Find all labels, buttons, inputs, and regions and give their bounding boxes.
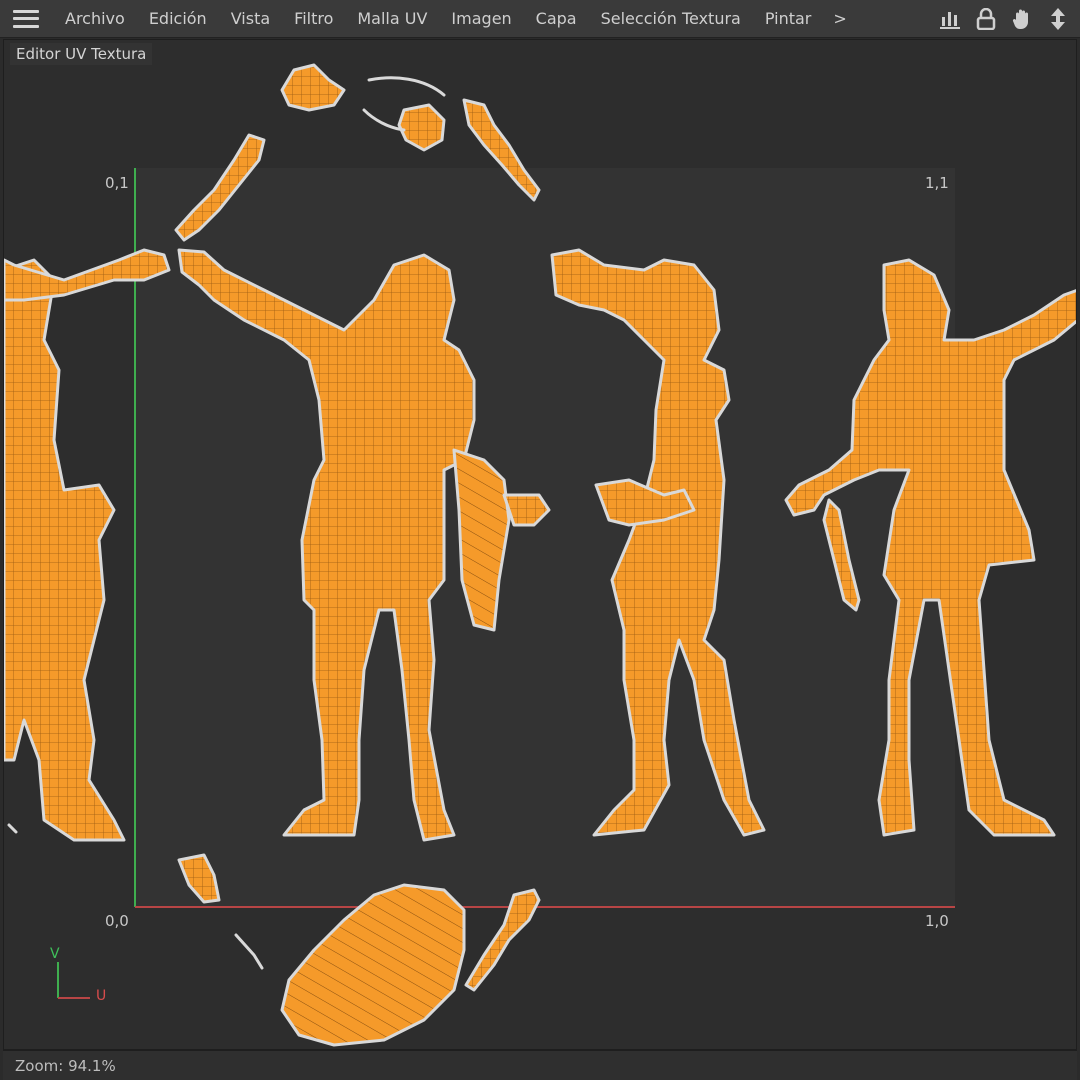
status-bar: Zoom: 94.1% [3,1050,1077,1080]
menu-edicion[interactable]: Edición [137,0,219,37]
uv-edge-loop-top [367,76,446,97]
menu-malla-uv[interactable]: Malla UV [345,0,439,37]
uv-corner-label-bottom-left: 0,0 [105,912,129,930]
menu-vista[interactable]: Vista [219,0,282,37]
menu-seleccion-textura[interactable]: Selección Textura [589,0,753,37]
lock-icon[interactable] [974,7,998,31]
menu-filtro[interactable]: Filtro [282,0,345,37]
uv-island-top-hand[interactable] [280,63,346,112]
uv-axis-gizmo: V U [48,946,118,1006]
u-axis-label: U [96,988,107,1004]
uv-edge-bottom-small [234,933,264,970]
uv-viewport[interactable] [4,40,1077,1050]
uv-corner-label-bottom-right: 1,0 [925,912,949,930]
toolbar-icons [938,0,1070,38]
chart-icon[interactable] [938,7,962,31]
menu-capa[interactable]: Capa [524,0,589,37]
v-axis-label: V [50,946,60,962]
hamburger-menu-icon[interactable] [13,9,39,28]
move-vertical-icon[interactable] [1046,7,1070,31]
uv-corner-label-top-right: 1,1 [925,174,949,192]
menu-pintar[interactable]: Pintar [753,0,824,37]
uv-edge-loop-top-2 [362,108,406,132]
uv-corner-label-top-left: 0,1 [105,174,129,192]
uv-island-bottom-shield[interactable] [280,883,466,1047]
hand-icon[interactable] [1010,7,1034,31]
zoom-level: Zoom: 94.1% [15,1056,116,1075]
menu-bar: Archivo Edición Vista Filtro Malla UV Im… [0,0,1080,38]
panel-title: Editor UV Textura [10,43,153,65]
uv-island-top-head[interactable] [397,103,446,152]
menu-more-chevron[interactable]: > [823,9,856,28]
uv-editor-panel: Editor UV Textura 0,1 1,1 0,0 1,0 [3,39,1077,1050]
uv-edge-left-small [7,823,18,834]
menu-items: Archivo Edición Vista Filtro Malla UV Im… [53,0,857,37]
menu-imagen[interactable]: Imagen [439,0,523,37]
menu-archivo[interactable]: Archivo [53,0,137,37]
